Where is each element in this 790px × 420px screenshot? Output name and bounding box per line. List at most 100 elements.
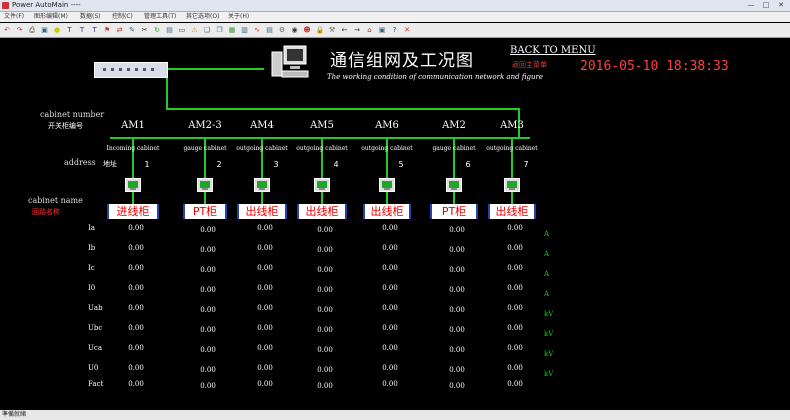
undo-icon[interactable]: ↶ [3,26,11,34]
chart-icon[interactable]: ▤ [166,26,174,34]
alarm-icon[interactable]: ⚠ [191,26,199,34]
monitor-link-line [453,192,455,204]
refresh-icon[interactable]: ↻ [153,26,161,34]
menu-about[interactable]: 关于(H) [228,12,249,22]
measurement-value: 0.00 [317,266,333,274]
redo-icon[interactable]: ↷ [16,26,24,34]
measurement-value: 0.00 [200,346,216,354]
status-text: 準備就緒 [2,411,27,418]
print-icon[interactable]: ⎙ [28,26,36,34]
unit-label: kV [544,310,554,318]
cabinet-number: AM3 [500,120,524,131]
measurement-value: 0.00 [382,224,398,232]
unit-label: A [544,290,550,298]
grid-icon[interactable]: ▦ [228,26,236,34]
cabinet-number: AM2-3 [188,120,222,131]
menu-tools[interactable]: 管理工具(T) [144,12,176,22]
parameter-label: Ic [88,264,95,272]
user-icon[interactable]: ☻ [303,26,311,34]
arrows-icon[interactable]: ⇄ [116,26,124,34]
cabinet-name[interactable]: 出线柜 [297,204,347,219]
unit-label: kV [544,370,554,378]
tc-icon[interactable]: T [66,26,74,34]
measurement-value: 0.00 [200,226,216,234]
measurement-value: 0.00 [507,264,523,272]
measurement-value: 0.00 [128,244,144,252]
tool-icon[interactable]: ⚒ [328,26,336,34]
measurement-value: 0.00 [317,226,333,234]
ts-icon[interactable]: T [91,26,99,34]
address-cn-label: 地址 [103,160,117,168]
minimize-button[interactable]: — [744,1,758,9]
config-icon[interactable]: ⚙ [278,26,286,34]
unit-label: A [544,250,550,258]
table-icon[interactable]: ▥ [241,26,249,34]
parameter-label: Uab [88,304,103,312]
computer-icon [271,45,309,78]
measurement-value: 0.00 [382,264,398,272]
maximize-button[interactable]: □ [759,1,773,9]
report-icon[interactable]: ▤ [266,26,274,34]
home-icon[interactable]: ⌂ [366,26,374,34]
menu-options[interactable]: 其它选项(O) [186,12,219,22]
lock-icon[interactable]: 🔒 [316,26,325,34]
cabinet-number-label: cabinet number [40,110,105,119]
cabinet-monitor-icon[interactable] [379,178,395,192]
exit-icon[interactable]: ✕ [403,26,411,34]
bus-drop-line [261,138,263,178]
cabinet-name[interactable]: 出线柜 [488,204,536,219]
address-label: address [64,158,96,167]
parameter-label: Fact [88,380,104,388]
cabinet-name[interactable]: 进线柜 [107,204,159,219]
measurement-value: 0.00 [317,286,333,294]
cabinet-monitor-icon[interactable] [254,178,270,192]
paste-icon[interactable]: ❐ [216,26,224,34]
cabinet-name[interactable]: 出线柜 [237,204,287,219]
menu-graphic-edit[interactable]: 图形编辑(M) [34,12,68,22]
forward-icon[interactable]: → [353,26,361,34]
cabinet-name[interactable]: PT柜 [183,204,227,219]
monitor-link-line [321,192,323,204]
measurement-value: 0.00 [128,364,144,372]
curve-icon[interactable]: ∿ [253,26,261,34]
cabinet-monitor-icon[interactable] [446,178,462,192]
back-icon[interactable]: ← [341,26,349,34]
measurement-value: 0.00 [200,326,216,334]
unit-label: A [544,270,550,278]
close-button[interactable]: ✕ [774,1,788,9]
cabinet-number: AM2 [442,120,466,131]
tx-icon[interactable]: T [78,26,86,34]
measurement-value: 0.00 [382,304,398,312]
measurement-value: 0.00 [128,224,144,232]
parameter-label: U0 [88,364,99,372]
app-icon [2,2,9,9]
cut-icon[interactable]: ✂ [141,26,149,34]
back-to-menu-cn-link[interactable]: 返回主菜单 [512,60,547,70]
menu-file[interactable]: 文件(F) [4,12,24,22]
menu-control[interactable]: 控制(C) [112,12,133,22]
cabinet-monitor-icon[interactable] [197,178,213,192]
cabinet-monitor-icon[interactable] [125,178,141,192]
measurement-value: 0.00 [449,286,465,294]
cabinet-name[interactable]: 出线柜 [363,204,411,219]
flag-icon[interactable]: ⚑ [103,26,111,34]
page-title: 通信组网及工况图 [330,51,474,71]
cabinet-address: 7 [523,160,529,169]
back-to-menu-link[interactable]: BACK TO MENU [510,45,596,56]
image-icon[interactable]: ▣ [41,26,49,34]
cabinet-monitor-icon[interactable] [504,178,520,192]
cabinet-name[interactable]: PT柜 [430,204,478,219]
bulb-icon[interactable]: ● [53,26,61,34]
measurement-value: 0.00 [200,286,216,294]
measurement-value: 0.00 [507,380,523,388]
help-icon[interactable]: ? [391,26,399,34]
wrench-icon[interactable]: ✎ [128,26,136,34]
cabinet-monitor-icon[interactable] [314,178,330,192]
save-icon[interactable]: ▣ [378,26,386,34]
menu-data[interactable]: 数据(S) [80,12,101,22]
cabinet-type: outgoing cabinet [236,145,288,152]
copy-icon[interactable]: ❏ [203,26,211,34]
camera-icon[interactable]: ◉ [291,26,299,34]
monitor-icon[interactable]: ▭ [178,26,186,34]
measurement-value: 0.00 [200,246,216,254]
